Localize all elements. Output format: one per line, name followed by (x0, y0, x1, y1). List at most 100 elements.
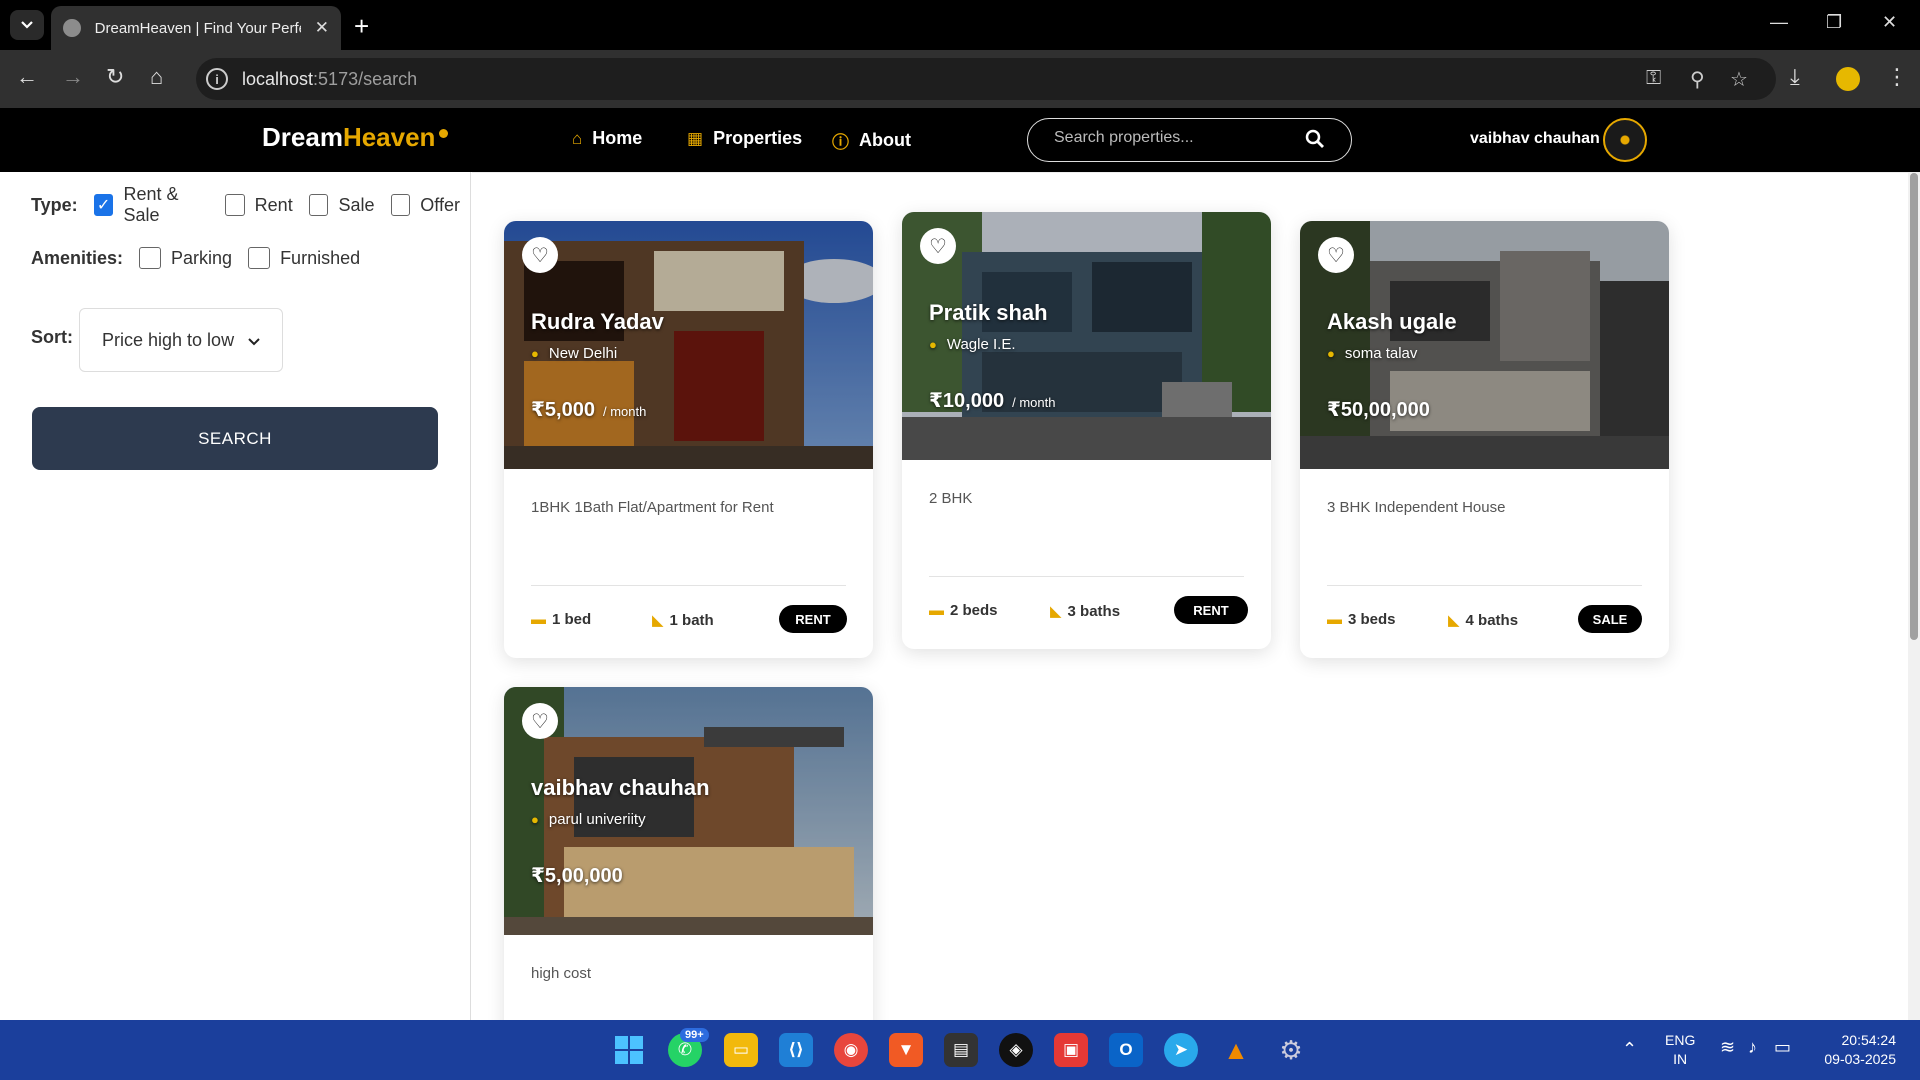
bed-icon: ▬ (1327, 611, 1342, 628)
beds-count: ▬ 3 beds (1327, 611, 1396, 628)
listing-card[interactable]: ♡ Rudra Yadav ● New Delhi ₹5,000/ month 1… (504, 221, 873, 658)
checkbox-parking[interactable] (139, 247, 162, 269)
property-image[interactable]: ♡ Rudra Yadav ● New Delhi ₹5,000/ month (504, 221, 873, 469)
filter-sidebar: Type: ✓ Rent & Sale Rent Sale Offer Amen… (0, 172, 471, 1020)
search-input[interactable] (1054, 129, 1294, 147)
minimize-icon[interactable]: — (1770, 12, 1788, 33)
checkbox-rent-sale[interactable]: ✓ (93, 194, 114, 216)
new-tab-button[interactable]: + (354, 11, 369, 42)
bath-icon: ◣ (1448, 612, 1460, 629)
scrollbar-thumb[interactable] (1910, 173, 1918, 640)
vlc-icon[interactable]: ▲ (1219, 1033, 1253, 1067)
browser-toolbar: ← → ↻ ⌂ i localhost:5173/search ⚿ ⚲ ☆ ⤓ … (0, 50, 1920, 108)
property-image[interactable]: ♡ Akash ugale ● soma talav ₹50,00,000 (1300, 221, 1669, 469)
notification-badge: 99+ (680, 1028, 709, 1042)
checkbox-offer[interactable] (390, 194, 411, 216)
presentation-icon[interactable]: ▣ (1054, 1033, 1088, 1067)
price: ₹5,000/ month (531, 399, 647, 421)
checkbox-furnished[interactable] (248, 247, 271, 269)
nav-properties[interactable]: ▦ Properties (687, 128, 802, 149)
bed-icon: ▬ (929, 602, 944, 619)
sort-select[interactable]: Price high to low (79, 308, 283, 372)
windows-start-icon[interactable] (612, 1033, 646, 1067)
address-bar[interactable]: i localhost:5173/search ⚿ ⚲ ☆ (196, 58, 1776, 100)
wifi-icon[interactable]: ≋ (1720, 1038, 1735, 1057)
reload-icon[interactable]: ↻ (106, 64, 124, 90)
owner-name: Pratik shah (929, 300, 1048, 325)
building-icon: ▦ (687, 128, 704, 148)
nav-home[interactable]: ⌂ Home (572, 128, 642, 149)
location: ● Wagle I.E. (929, 336, 1016, 353)
vscode-icon[interactable]: ⟨⟩ (779, 1033, 813, 1067)
favorite-heart-icon[interactable]: ♡ (1318, 237, 1354, 273)
price: ₹10,000/ month (929, 390, 1056, 412)
file-explorer-icon[interactable]: ▭ (724, 1033, 758, 1067)
tab-title: DreamHeaven | Find Your Perfect (94, 19, 301, 37)
browser-tab-strip: DreamHeaven | Find Your Perfect ✕ + — ❐ … (0, 0, 1920, 50)
search-icon[interactable] (1305, 129, 1325, 154)
location: ● parul univeriity (531, 811, 646, 828)
avatar[interactable] (1603, 118, 1647, 162)
favorite-heart-icon[interactable]: ♡ (522, 703, 558, 739)
terminal-icon[interactable]: ▤ (944, 1033, 978, 1067)
chevron-up-icon[interactable]: ⌃ (1622, 1040, 1637, 1059)
menu-icon[interactable]: ⋮ (1886, 64, 1908, 90)
favorite-heart-icon[interactable]: ♡ (920, 228, 956, 264)
bath-icon: ◣ (652, 612, 664, 629)
taskbar: ✆ 99+ ▭ ⟨⟩ ◉ ▼ ▤ ◈ ▣ O ➤ ▲ ⚙ ⌃ ENG IN ≋ … (0, 1020, 1920, 1080)
volume-icon[interactable]: ♪ (1748, 1038, 1757, 1057)
chrome-icon[interactable]: ◉ (834, 1033, 868, 1067)
map-pin-icon: ● (929, 337, 937, 352)
price: ₹50,00,000 (1327, 399, 1430, 421)
battery-icon[interactable]: ▭ (1774, 1038, 1791, 1057)
app-icon[interactable]: ◈ (999, 1033, 1033, 1067)
window-close-icon[interactable]: ✕ (1882, 12, 1897, 33)
download-icon[interactable]: ⤓ (1790, 64, 1800, 90)
status-badge: RENT (1174, 596, 1248, 624)
browser-tab-active[interactable]: DreamHeaven | Find Your Perfect ✕ (51, 6, 341, 50)
property-image[interactable]: ♡ vaibhav chauhan ● parul univeriity ₹5,0… (504, 687, 873, 935)
listing-description: high cost (531, 965, 592, 982)
telegram-icon[interactable]: ➤ (1164, 1033, 1198, 1067)
baths-count: ◣ 1 bath (652, 611, 714, 630)
key-icon[interactable]: ⚿ (1646, 67, 1661, 90)
scrollbar[interactable] (1908, 173, 1920, 1021)
user-name[interactable]: vaibhav chauhan (1470, 130, 1600, 148)
owner-name: Rudra Yadav (531, 309, 664, 334)
profile-avatar[interactable] (1836, 67, 1860, 91)
home-icon[interactable]: ⌂ (150, 64, 163, 90)
language-indicator[interactable]: ENG IN (1665, 1031, 1695, 1069)
forward-icon[interactable]: → (62, 64, 84, 90)
map-pin-icon: ● (531, 812, 539, 827)
site-info-icon[interactable]: i (206, 68, 228, 90)
checkbox-sale[interactable] (308, 194, 329, 216)
tab-list-button[interactable] (10, 10, 44, 40)
listing-card[interactable]: ♡ Akash ugale ● soma talav ₹50,00,000 3 B… (1300, 221, 1669, 658)
star-icon[interactable]: ☆ (1730, 67, 1748, 92)
globe-icon (63, 19, 81, 37)
brave-icon[interactable]: ▼ (889, 1033, 923, 1067)
map-pin-icon: ● (531, 346, 539, 361)
search-button[interactable]: SEARCH (32, 407, 438, 470)
nav-about[interactable]: ⓘ About (832, 128, 911, 153)
clock[interactable]: 20:54:24 09-03-2025 (1812, 1031, 1896, 1069)
favorite-heart-icon[interactable]: ♡ (522, 237, 558, 273)
url-text[interactable]: localhost:5173/search (242, 69, 417, 90)
property-image[interactable]: ♡ Pratik shah ● Wagle I.E. ₹10,000/ month (902, 212, 1271, 460)
listing-card[interactable]: ♡ Pratik shah ● Wagle I.E. ₹10,000/ month… (902, 212, 1271, 649)
baths-count: ◣ 4 baths (1448, 611, 1519, 630)
settings-gear-icon[interactable]: ⚙ (1274, 1033, 1308, 1067)
status-badge: SALE (1578, 605, 1642, 633)
zoom-icon[interactable]: ⚲ (1690, 67, 1705, 92)
back-icon[interactable]: ← (16, 64, 38, 90)
outlook-icon[interactable]: O (1109, 1033, 1143, 1067)
listing-description: 3 BHK Independent House (1327, 499, 1506, 516)
listing-description: 2 BHK (929, 490, 973, 507)
close-icon[interactable]: ✕ (315, 18, 329, 38)
divider (531, 585, 846, 586)
property-search (1027, 118, 1352, 162)
restore-icon[interactable]: ❐ (1826, 12, 1842, 33)
logo[interactable]: DreamHeaven (262, 122, 449, 153)
checkbox-rent[interactable] (224, 194, 245, 216)
listing-card[interactable]: ♡ vaibhav chauhan ● parul univeriity ₹5,0… (504, 687, 873, 1047)
